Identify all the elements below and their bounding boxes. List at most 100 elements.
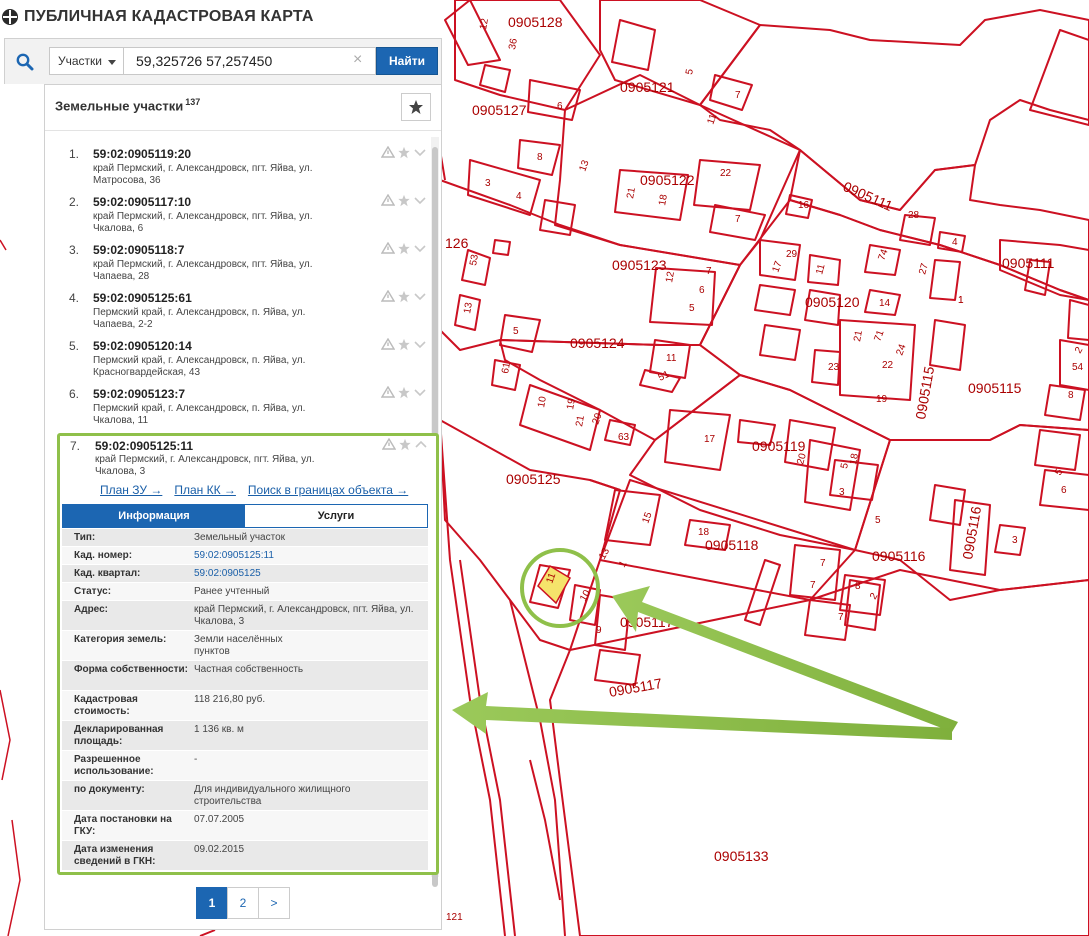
item-cadastral-number[interactable]: 59:02:0905118:7	[93, 243, 184, 257]
panel-header: Земельные участки 137	[45, 85, 441, 131]
quarter-label: 0905133	[714, 848, 769, 864]
search-type-label: Участки	[58, 54, 102, 68]
list-item[interactable]: 2. 59:02:0905117:10 край Пермский, г. Ал…	[45, 185, 431, 234]
property-label: Кад. квартал:	[74, 568, 141, 579]
search-input[interactable]	[124, 47, 376, 75]
item-address: край Пермский, г. Александровск, пгт. Яй…	[93, 163, 313, 186]
warning-icon[interactable]	[382, 438, 396, 450]
property-row: Кад. квартал: 59:02:0905125	[62, 565, 428, 583]
warning-icon[interactable]	[381, 194, 395, 206]
chevron-down-icon[interactable]	[413, 146, 427, 158]
parcel-label: 36	[507, 37, 520, 50]
star-icon[interactable]	[397, 242, 411, 255]
parcel-label: 7	[838, 612, 844, 623]
map-viewport[interactable]: 0905128 0905121 0905127 0905122 0905111 09051…	[0, 0, 1089, 936]
list-item[interactable]: 1. 59:02:0905119:20 край Пермский, г. Ал…	[45, 137, 431, 186]
panel-title-text: Земельные участки	[55, 98, 184, 114]
star-icon[interactable]	[398, 438, 412, 451]
parcel-label: 4	[516, 191, 522, 202]
property-label: по документу:	[74, 784, 145, 795]
warning-icon[interactable]	[381, 338, 395, 350]
star-icon[interactable]	[397, 386, 411, 399]
tab-information[interactable]: Информация	[63, 505, 245, 527]
item-address: край Пермский, г. Александровск, пгт. Яй…	[95, 454, 315, 477]
star-icon[interactable]	[397, 146, 411, 159]
list-item[interactable]: 6. 59:02:0905123:7 Пермский край, г. Але…	[45, 377, 431, 426]
chevron-down-icon[interactable]	[413, 338, 427, 350]
search-in-bounds-link[interactable]: Поиск в границах объекта →	[248, 483, 408, 497]
item-cadastral-number[interactable]: 59:02:0905125:11	[95, 439, 193, 453]
parcel-label: 53	[468, 253, 481, 266]
chevron-up-icon[interactable]	[414, 438, 428, 450]
chevron-down-icon[interactable]	[413, 386, 427, 398]
star-icon[interactable]	[397, 194, 411, 207]
star-icon[interactable]	[397, 290, 411, 303]
chevron-down-icon[interactable]	[413, 242, 427, 254]
parcel-label: 4	[952, 237, 958, 248]
pagination: 1 2 >	[196, 887, 290, 919]
warning-icon[interactable]	[381, 242, 395, 254]
property-row: Тип: Земельный участок	[62, 529, 428, 547]
parcel-label: 14	[879, 298, 891, 309]
app-title: ПУБЛИЧНАЯ КАДАСТРОВАЯ КАРТА	[0, 4, 314, 30]
quarter-label: 0905119	[752, 438, 806, 454]
chevron-down-icon[interactable]	[413, 194, 427, 206]
item-cadastral-number[interactable]: 59:02:0905119:20	[93, 147, 191, 161]
parcel-label: 22	[882, 360, 894, 371]
warning-icon[interactable]	[381, 146, 395, 158]
clear-icon[interactable]: ×	[353, 52, 362, 68]
parcel-label: 6	[1061, 485, 1067, 496]
search-type-select[interactable]: Участки	[49, 47, 124, 75]
page-2-button[interactable]: 2	[227, 887, 259, 919]
next-page-button[interactable]: >	[258, 887, 290, 919]
item-address: Пермский край, г. Александровск, п. Яйва…	[93, 307, 306, 330]
parcel-label: 23	[828, 362, 840, 373]
warning-icon[interactable]	[381, 386, 395, 398]
parcel-label: 12	[664, 270, 677, 283]
item-number: 4.	[69, 291, 80, 305]
chevron-down-icon[interactable]	[413, 290, 427, 302]
quarter-label: 0905117	[620, 614, 674, 630]
list-item[interactable]: 3. 59:02:0905118:7 край Пермский, г. Але…	[45, 233, 431, 282]
list-item[interactable]: 4. 59:02:0905125:61 Пермский край, г. Ал…	[45, 281, 431, 330]
parcel-label: 22	[720, 168, 732, 179]
parcel-label: 10	[578, 588, 593, 604]
property-row: Разрешенное использование: -	[62, 751, 428, 781]
find-button[interactable]: Найти	[376, 47, 438, 75]
item-cadastral-number[interactable]: 59:02:0905125:61	[93, 291, 192, 305]
property-label: Разрешенное использование:	[74, 754, 154, 777]
cadastral-quarter-link[interactable]: 59:02:0905125	[194, 568, 414, 580]
parcel-label: 11	[814, 262, 827, 275]
property-value: Земли населённых пунктов	[194, 634, 283, 657]
star-icon	[409, 100, 423, 114]
quarter-label: 0905127	[472, 102, 527, 118]
app-title-text: ПУБЛИЧНАЯ КАДАСТРОВАЯ КАРТА	[24, 8, 314, 25]
parcel-label: 27	[917, 262, 931, 276]
item-actions	[381, 338, 427, 351]
favorites-button[interactable]	[401, 93, 431, 121]
item-cadastral-number[interactable]: 59:02:0905123:7	[93, 387, 185, 401]
search-icon[interactable]	[5, 39, 45, 85]
page-1-button[interactable]: 1	[196, 887, 228, 919]
parcel-label: 17	[770, 259, 784, 274]
quarter-label: 0905118	[705, 537, 759, 553]
parcel-label: 1	[958, 295, 964, 306]
parcel-label: 21	[574, 414, 587, 427]
selected-result[interactable]: 7. 59:02:0905125:11 край Пермский, г. Ал…	[57, 433, 439, 875]
cadastral-number-link[interactable]: 59:02:0905125:11	[194, 550, 414, 562]
item-address: Пермский край, г. Александровск, п. Яйва…	[93, 355, 306, 378]
star-icon[interactable]	[397, 338, 411, 351]
parcel-label: 74	[876, 247, 890, 262]
parcel-label: 3	[839, 487, 845, 498]
plan-kk-link[interactable]: План КК →	[174, 483, 236, 497]
property-label: Дата постановки на ГКУ:	[74, 814, 172, 837]
parcel-label: 11	[705, 112, 719, 126]
tab-services[interactable]: Услуги	[245, 505, 427, 527]
plan-zu-link[interactable]: План ЗУ →	[100, 483, 162, 497]
item-cadastral-number[interactable]: 59:02:0905120:14	[93, 339, 192, 353]
parcel-label: 71	[872, 328, 886, 343]
warning-icon[interactable]	[381, 290, 395, 302]
property-label: Кад. номер:	[74, 550, 133, 561]
list-item[interactable]: 5. 59:02:0905120:14 Пермский край, г. Ал…	[45, 329, 431, 378]
item-cadastral-number[interactable]: 59:02:0905117:10	[93, 195, 191, 209]
